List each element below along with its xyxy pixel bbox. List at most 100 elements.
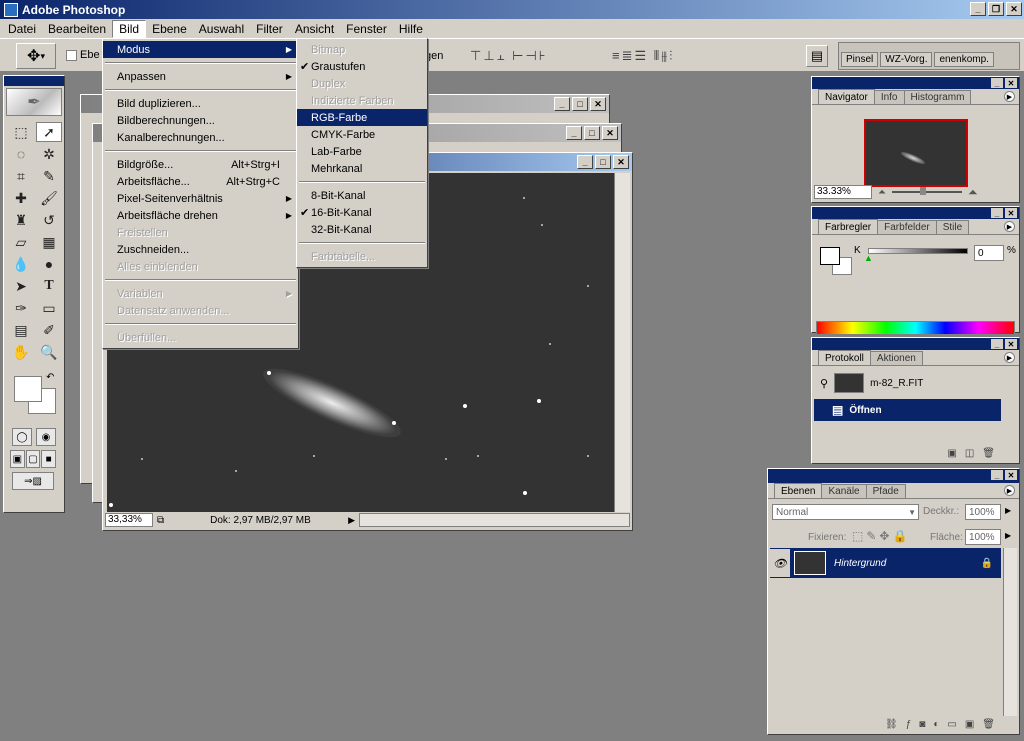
menu-item-bild-duplizieren[interactable]: Bild duplizieren... [103, 95, 298, 112]
minimize-button[interactable]: _ [566, 126, 582, 140]
palette-header[interactable]: _ ✕ [768, 469, 1019, 483]
menu-fenster[interactable]: Fenster [340, 21, 393, 37]
maximize-button[interactable]: □ [595, 155, 611, 169]
tab-kanaele[interactable]: Kanäle [821, 484, 867, 498]
close-button[interactable]: ✕ [1005, 208, 1017, 218]
move-tool-icon[interactable]: ➚ [36, 122, 62, 142]
new-document-from-state-icon[interactable]: ▣ [947, 448, 956, 459]
eyedropper-icon[interactable]: ✐ [36, 320, 62, 340]
menu-item-arbeitsflaeche-drehen[interactable]: Arbeitsfläche drehen ▶ [103, 207, 298, 224]
tab-ebenen[interactable]: Ebenen [774, 483, 823, 498]
tab-histogramm[interactable]: Histogramm [903, 90, 972, 104]
menu-hilfe[interactable]: Hilfe [393, 21, 429, 37]
menu-bild[interactable]: Bild [112, 19, 147, 38]
jump-to-imageready-icon[interactable]: ⇒▨ [12, 472, 54, 490]
slider-thumb-icon[interactable]: ▲ [864, 253, 873, 263]
horizontal-scrollbar[interactable] [359, 513, 630, 527]
k-value-field[interactable]: 0 [974, 245, 1004, 261]
palette-header[interactable]: _ ✕ [812, 77, 1019, 89]
menu-item-arbeitsflaeche[interactable]: Arbeitsfläche... Alt+Strg+C [103, 173, 298, 190]
menu-item-freistellen[interactable]: Freistellen [103, 224, 298, 241]
minimize-button[interactable]: _ [991, 470, 1003, 480]
blend-mode-select[interactable]: Normal ▼ [772, 504, 919, 520]
menu-item-bildberechnungen[interactable]: Bildberechnungen... [103, 112, 298, 129]
feather-logo-icon[interactable]: ✒ [6, 88, 62, 116]
foreground-color[interactable] [14, 376, 42, 402]
new-snapshot-icon[interactable]: ◫ [965, 448, 974, 459]
palette-header[interactable]: _ ✕ [812, 207, 1019, 219]
blur-icon[interactable]: 💧 [8, 254, 34, 274]
zoom-field[interactable]: 33,33% [105, 513, 153, 527]
palette-well-tab[interactable]: enenkomp. [934, 52, 994, 67]
menu-item-16-bit-kanal[interactable]: ✔ 16-Bit-Kanal [297, 204, 427, 221]
menu-bearbeiten[interactable]: Bearbeiten [42, 21, 112, 37]
tab-aktionen[interactable]: Aktionen [869, 351, 923, 365]
menu-item-duplex[interactable]: Duplex [297, 75, 427, 92]
navigator-thumbnail[interactable] [864, 119, 968, 187]
menu-item-anpassen[interactable]: Anpassen ▶ [103, 68, 298, 85]
tab-farbfelder[interactable]: Farbfelder [877, 220, 937, 234]
pen-icon[interactable]: ✑ [8, 298, 34, 318]
history-snapshot[interactable]: ⚲ m-82_R.FIT [814, 370, 1001, 396]
minimize-button[interactable]: _ [554, 97, 570, 111]
navigator-zoom-field[interactable]: 33.33% [814, 185, 872, 199]
palette-menu-icon[interactable]: ▶ [1004, 91, 1015, 102]
magic-wand-icon[interactable]: ✲ [36, 144, 62, 164]
palette-well-tab[interactable]: Pinsel [841, 52, 879, 67]
link-layers-icon[interactable]: ⛓ [885, 719, 898, 730]
restore-button[interactable]: ❐ [988, 2, 1004, 16]
zoom-out-icon[interactable]: ⏶ [878, 187, 886, 198]
tab-pfade[interactable]: Pfade [865, 484, 906, 498]
menu-filter[interactable]: Filter [250, 21, 289, 37]
menu-item-farbtabelle[interactable]: Farbtabelle... [297, 248, 427, 265]
fill-field[interactable]: 100% [965, 529, 1001, 545]
maximize-button[interactable]: □ [572, 97, 588, 111]
tab-info[interactable]: Info [873, 90, 905, 104]
menu-item-8-bit-kanal[interactable]: 8-Bit-Kanal [297, 187, 427, 204]
history-brush-icon[interactable]: ↺ [36, 210, 62, 230]
layers-scrollbar[interactable] [1003, 548, 1017, 716]
minimize-button[interactable]: _ [991, 78, 1003, 88]
close-button[interactable]: ✕ [1005, 339, 1017, 349]
opacity-field[interactable]: 100% [965, 504, 1001, 520]
tab-stile[interactable]: Stile [935, 220, 970, 234]
lasso-tool-icon[interactable]: ◌ [8, 144, 34, 164]
adjustment-layer-icon[interactable]: ◐ [933, 719, 939, 730]
close-button[interactable]: ✕ [1006, 2, 1022, 16]
menu-item-ueberfuellen[interactable]: Überfüllen... [103, 329, 298, 346]
distribute-buttons-icon[interactable]: ≡≣☰ ⫴⫵⫶ [612, 48, 674, 64]
minimize-button[interactable]: _ [991, 339, 1003, 349]
close-button[interactable]: ✕ [590, 97, 606, 111]
layer-style-icon[interactable]: ƒ [906, 719, 912, 730]
shape-icon[interactable]: ▭ [36, 298, 62, 318]
eraser-icon[interactable]: ▱ [8, 232, 34, 252]
layer-hintergrund[interactable]: 👁 Hintergrund 🔒 [770, 548, 1001, 578]
gradient-icon[interactable]: ▦ [36, 232, 62, 252]
layer-mask-icon[interactable]: ◙ [919, 719, 925, 730]
menu-item-mehrkanal[interactable]: Mehrkanal [297, 160, 427, 177]
tab-farbregler[interactable]: Farbregler [818, 219, 879, 234]
menu-ebene[interactable]: Ebene [146, 21, 193, 37]
healing-brush-icon[interactable]: ✚ [8, 188, 34, 208]
history-state-oeffnen[interactable]: ▤ Öffnen [814, 399, 1001, 421]
maximize-button[interactable]: □ [584, 126, 600, 140]
screen-mode-full-menu-icon[interactable]: ▢ [25, 450, 41, 468]
file-browser-icon[interactable]: ▤ [806, 45, 828, 67]
foreground-color[interactable] [820, 247, 840, 265]
type-icon[interactable]: T [36, 276, 62, 296]
palette-menu-icon[interactable]: ▶ [1004, 352, 1015, 363]
menu-item-variablen[interactable]: Variablen ▶ [103, 285, 298, 302]
menu-item-modus[interactable]: Modus ▶ [103, 41, 298, 58]
menu-item-32-bit-kanal[interactable]: 32-Bit-Kanal [297, 221, 427, 238]
menu-item-kanalberechnungen[interactable]: Kanalberechnungen... [103, 129, 298, 146]
opacity-arrow-icon[interactable]: ▶ [1005, 506, 1011, 515]
new-layer-icon[interactable]: ▣ [965, 719, 974, 730]
hand-icon[interactable]: ✋ [8, 342, 34, 362]
menu-datei[interactable]: Datei [2, 21, 42, 37]
crop-icon[interactable]: ⌗ [8, 166, 34, 186]
status-menu-arrow-icon[interactable]: ▶ [348, 515, 355, 526]
tool-preset-picker[interactable]: ✥ ▾ [16, 43, 56, 69]
menu-item-rgb-farbe[interactable]: RGB-Farbe [297, 109, 427, 126]
close-button[interactable]: ✕ [1005, 470, 1017, 480]
menu-item-alles-einblenden[interactable]: Alles einblenden [103, 258, 298, 275]
